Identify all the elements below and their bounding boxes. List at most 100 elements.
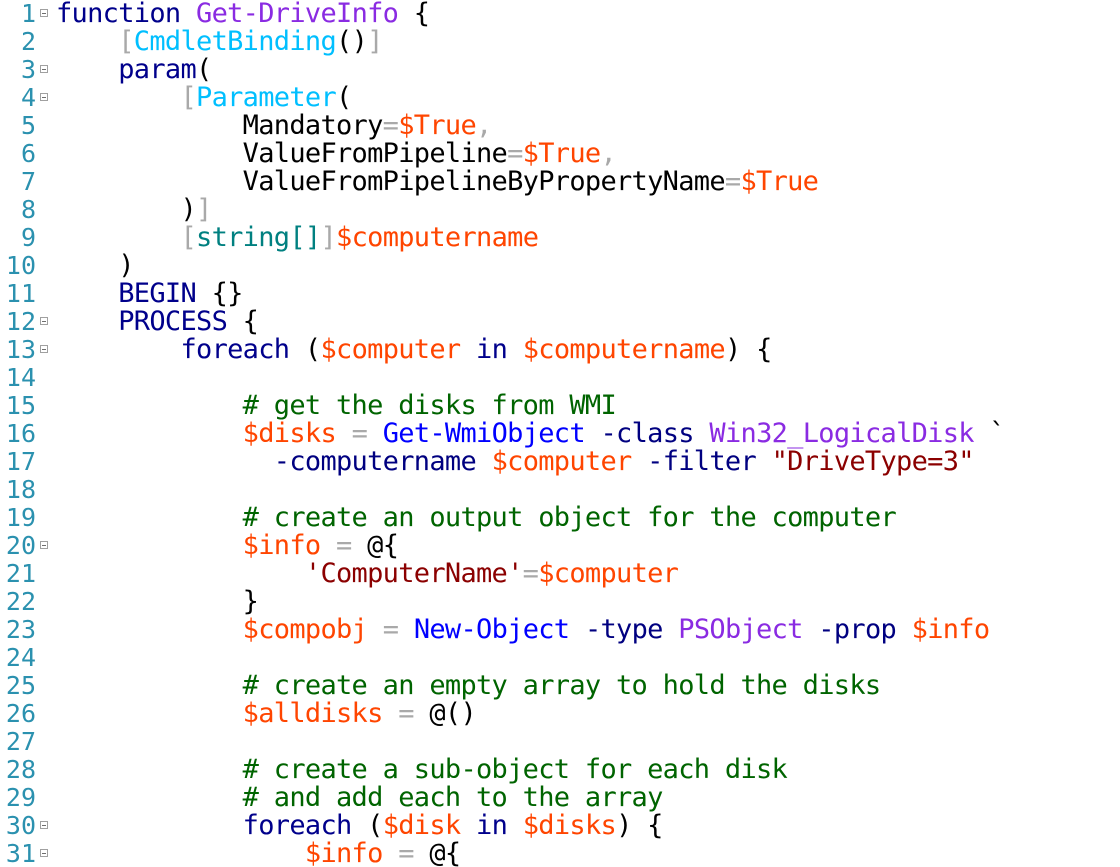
- code-line[interactable]: 6 ValueFromPipeline=$True,: [0, 140, 1120, 168]
- collapse-icon[interactable]: [40, 821, 48, 829]
- token-attribute: Parameter: [196, 82, 337, 113]
- code-line[interactable]: 13 foreach ($computer in $computername) …: [0, 336, 1120, 364]
- token-variable: $True: [522, 138, 601, 169]
- code-text: )]: [56, 196, 212, 224]
- code-line[interactable]: 25 # create an empty array to hold the d…: [0, 672, 1120, 700]
- line-number: 6: [20, 139, 36, 168]
- line-number: 9: [20, 223, 36, 252]
- code-text: ): [56, 252, 134, 280]
- code-line[interactable]: 26 $alldisks = @(): [0, 700, 1120, 728]
- token-comment: # create an empty array to hold the disk…: [242, 670, 881, 701]
- code-line[interactable]: 14: [0, 364, 1120, 392]
- token-text: {: [227, 306, 259, 337]
- code-line[interactable]: 9 [string[]]$computername: [0, 224, 1120, 252]
- line-number: 28: [5, 755, 36, 784]
- code-line[interactable]: 5 Mandatory=$True,: [0, 112, 1120, 140]
- token-keyword: function: [56, 0, 181, 29]
- code-line[interactable]: 28 # create a sub-object for each disk: [0, 756, 1120, 784]
- code-text: }: [56, 588, 259, 616]
- line-number: 23: [5, 615, 36, 644]
- token-variable: $alldisks: [242, 698, 384, 729]
- line-number: 16: [5, 419, 36, 448]
- code-line[interactable]: 31 $info = @{: [0, 840, 1120, 867]
- code-line[interactable]: 23 $compobj = New-Object -type PSObject …: [0, 616, 1120, 644]
- code-line[interactable]: 17 -computername $computer -filter "Driv…: [0, 448, 1120, 476]
- line-number: 2: [20, 27, 36, 56]
- code-text: $compobj = New-Object -type PSObject -pr…: [56, 614, 990, 645]
- token-comment: # get the disks from WMI: [242, 390, 617, 421]
- token-text: {}: [196, 278, 244, 309]
- code-line[interactable]: 24: [0, 644, 1120, 672]
- code-line[interactable]: 20 $info = @{: [0, 532, 1120, 560]
- token-string: "DriveType=3": [771, 446, 975, 477]
- code-line[interactable]: 21 'ComputerName'=$computer: [0, 560, 1120, 588]
- token-variable: $computer: [491, 446, 633, 477]
- collapse-icon[interactable]: [40, 541, 48, 549]
- token-variable: $info: [304, 838, 383, 867]
- code-text: PROCESS {: [56, 306, 259, 337]
- collapse-icon[interactable]: [40, 9, 48, 17]
- collapse-icon[interactable]: [40, 345, 48, 353]
- token-text: {: [398, 0, 430, 29]
- code-line[interactable]: 11 BEGIN {}: [0, 280, 1120, 308]
- line-number: 17: [5, 447, 36, 476]
- token-text: (: [196, 54, 212, 85]
- line-number: 24: [5, 643, 36, 672]
- code-editor[interactable]: 1 function Get-DriveInfo {2 [CmdletBindin…: [0, 0, 1120, 867]
- token-operator: =: [507, 138, 523, 169]
- code-line[interactable]: 27: [0, 728, 1120, 756]
- line-number: 14: [5, 363, 36, 392]
- token-function: PSObject: [678, 614, 803, 645]
- code-line[interactable]: 22 }: [0, 588, 1120, 616]
- code-line[interactable]: 19 # create an output object for the com…: [0, 504, 1120, 532]
- code-text: $info = @{: [56, 838, 461, 867]
- code-line[interactable]: 30 foreach ($disk in $disks) {: [0, 812, 1120, 840]
- token-variable: $computer: [538, 558, 679, 589]
- code-line[interactable]: 8 )]: [0, 196, 1120, 224]
- code-line[interactable]: 7 ValueFromPipelineByPropertyName=$True: [0, 168, 1120, 196]
- line-number: 27: [5, 727, 36, 756]
- token-variable: $disks: [522, 810, 617, 841]
- token-comment: # create a sub-object for each disk: [242, 754, 788, 785]
- collapse-icon[interactable]: [40, 849, 48, 857]
- token-comment: # and add each to the array: [242, 782, 664, 813]
- code-line[interactable]: 10 ): [0, 252, 1120, 280]
- code-line[interactable]: 16 $disks = Get-WmiObject -class Win32_L…: [0, 420, 1120, 448]
- code-line[interactable]: 29 # and add each to the array: [0, 784, 1120, 812]
- token-variable: $computername: [336, 222, 539, 253]
- token-text: ValueFromPipeline: [56, 138, 508, 169]
- token-variable: $info: [911, 614, 990, 645]
- code-line[interactable]: 12 PROCESS {: [0, 308, 1120, 336]
- token-operator: =: [351, 418, 368, 449]
- code-line[interactable]: 4 [Parameter(: [0, 84, 1120, 112]
- collapse-icon[interactable]: [40, 317, 48, 325]
- token-text: ValueFromPipelineByPropertyName: [56, 166, 726, 197]
- code-line[interactable]: 15 # get the disks from WMI: [0, 392, 1120, 420]
- code-line[interactable]: 3 param(: [0, 56, 1120, 84]
- token-operator: ,: [476, 110, 492, 141]
- line-number: 18: [5, 475, 36, 504]
- collapse-icon[interactable]: [40, 93, 48, 101]
- code-text: $alldisks = @(): [56, 698, 477, 729]
- token-param: -computername: [273, 446, 477, 477]
- code-line[interactable]: 2 [CmdletBinding()]: [0, 28, 1120, 56]
- token-operator: =: [398, 698, 414, 729]
- collapse-icon[interactable]: [40, 65, 48, 73]
- token-keyword: in: [476, 334, 508, 365]
- code-line[interactable]: 18: [0, 476, 1120, 504]
- token-operator: =: [382, 614, 399, 645]
- code-line[interactable]: 1 function Get-DriveInfo {: [0, 0, 1120, 28]
